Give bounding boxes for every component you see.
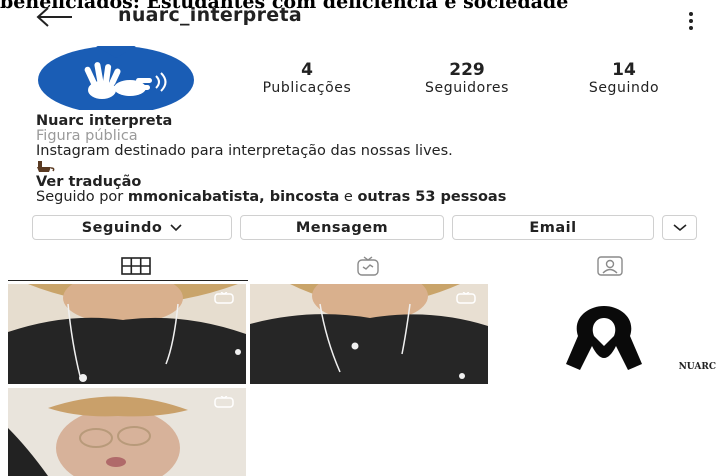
suggested-accounts-button[interactable] [662,215,697,240]
followed-by-and: e [339,189,358,205]
message-button[interactable]: Mensagem [240,215,444,240]
igtv-icon [357,256,379,276]
profile-display-name: Nuarc interpreta [36,113,173,129]
following-button[interactable]: Seguindo [32,215,232,240]
grid-icon [121,257,151,275]
posts-count: 4 [301,60,313,80]
video-thumbnail [8,388,246,476]
tab-tagged[interactable] [580,252,640,280]
igtv-badge-icon [456,292,476,304]
profile-actions: Seguindo Mensagem Email [32,215,697,241]
profile-tabs [0,252,716,282]
profile-avatar[interactable] [36,46,196,110]
stat-followers[interactable]: 229 Seguidores [398,60,536,96]
following-label: Seguindo [588,80,660,96]
followed-by-prefix: Seguido por [36,189,128,205]
followers-count: 229 [449,60,485,80]
post-thumbnail[interactable] [8,388,246,476]
email-button[interactable]: Email [452,215,654,240]
posts-label: Publicações [262,80,352,96]
following-count: 14 [612,60,636,80]
post-thumbnail[interactable] [250,284,488,384]
tab-grid[interactable] [106,252,166,280]
profile-category: Figura pública [36,128,138,144]
profile-header: nuarc_interpreta [0,0,716,40]
chevron-down-icon [672,223,687,231]
vertical-dots-icon[interactable] [686,10,696,32]
stat-posts[interactable]: 4 Publicações [232,60,382,96]
video-thumbnail [250,284,488,384]
coffee-emoji [37,161,55,172]
igtv-badge-icon [214,396,234,408]
followed-by-users: mmonicabatista, bincosta [127,189,340,205]
arrow-left-icon[interactable] [36,6,74,28]
post-watermark: NUARC [678,362,716,372]
profile-bio: Nuarc interpreta Figura pública Instagra… [36,114,706,205]
video-thumbnail [8,284,246,384]
followed-by-others: outras 53 pessoas [357,189,507,205]
posts-grid: NUARC [0,284,716,476]
followed-by-text[interactable]: Seguido por mmonicabatista, bincosta e o… [36,190,706,205]
igtv-badge-icon [214,292,234,304]
see-translation-link[interactable]: Ver tradução [36,175,706,190]
tab-igtv[interactable] [338,252,398,280]
email-button-label: Email [529,219,577,236]
tagged-person-icon [597,256,623,276]
active-tab-indicator [8,280,248,281]
stat-following[interactable]: 14 Seguindo [562,60,686,96]
message-button-label: Mensagem [295,219,389,236]
bio-text: Instagram destinado para interpretação d… [36,143,453,159]
post-thumbnail[interactable]: NUARC [492,284,716,384]
followers-label: Seguidores [425,80,509,96]
chevron-down-icon [170,223,182,231]
profile-username: nuarc_interpreta [118,4,302,26]
following-button-label: Seguindo [81,219,163,236]
post-thumbnail[interactable] [8,284,246,384]
